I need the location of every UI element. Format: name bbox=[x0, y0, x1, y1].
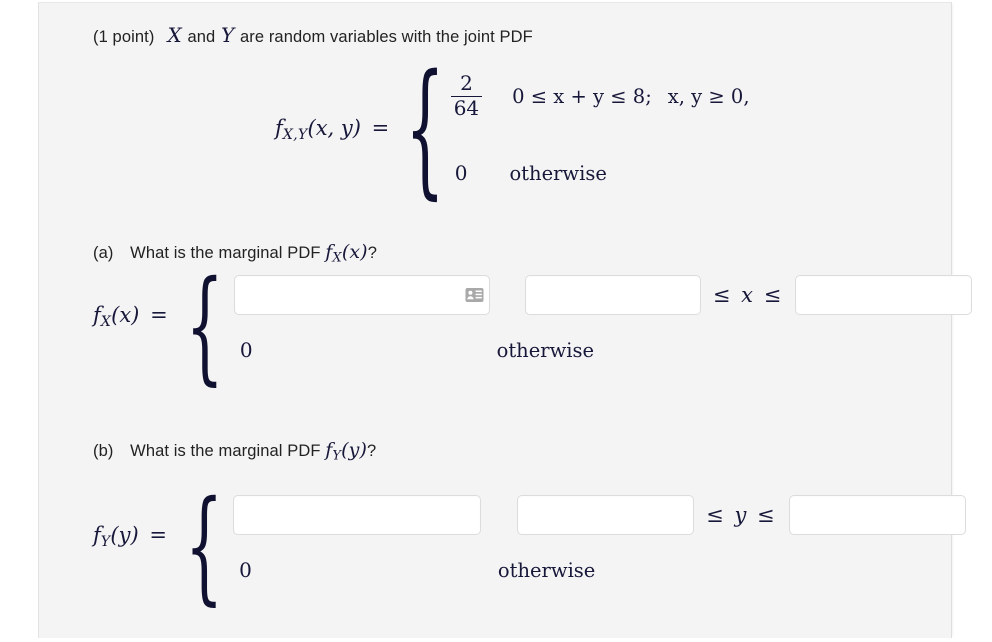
part-a-range-low-input[interactable] bbox=[524, 275, 701, 315]
part-b-expression-input[interactable] bbox=[233, 495, 482, 535]
part-b-tag: (b) bbox=[93, 442, 114, 460]
part-b-lhs: fY(y) = bbox=[93, 491, 183, 550]
part-b-question: (b) What is the marginal PDF fY(y)? bbox=[93, 439, 376, 464]
part-b-question-mark: ? bbox=[367, 442, 377, 460]
part-a-answer-area: fX(x) = {≤ x ≤ 0 otherwise bbox=[93, 266, 973, 389]
part-b-range-var: y bbox=[734, 503, 749, 527]
part-b-func-args: (y) bbox=[341, 439, 368, 461]
points-label: (1 point) bbox=[93, 28, 155, 46]
part-b-row-expression: ≤ y ≤ bbox=[233, 491, 966, 539]
part-b-func-subscript: Y bbox=[332, 448, 342, 464]
part-a-leq-left: ≤ bbox=[712, 283, 733, 307]
part-b-brace: { bbox=[184, 475, 224, 619]
part-b-rows: ≤ y ≤ 0 otherwise bbox=[233, 491, 966, 597]
part-a-expression-wrap bbox=[233, 275, 490, 315]
part-b-lhs-args: (y) bbox=[110, 523, 139, 547]
part-a-lhs: fX(x) = bbox=[93, 271, 184, 330]
joint-pdf-display: fX,Y(x, y) = { 2 64 0 ≤ x + y ≤ 8; x, y ≥… bbox=[275, 55, 750, 201]
part-a-equals: = bbox=[150, 303, 168, 327]
joint-f-subscript: X,Y bbox=[282, 126, 308, 143]
part-b-leq-right: ≤ bbox=[757, 503, 777, 527]
part-b-leq-left: ≤ bbox=[706, 503, 726, 527]
part-a-expression-input[interactable] bbox=[233, 275, 490, 315]
joint-cases: 2 64 0 ≤ x + y ≤ 8; x, y ≥ 0, 0 otherwise bbox=[450, 71, 750, 185]
part-a-zero-value: 0 bbox=[239, 338, 253, 362]
intro-after: are random variables with the joint PDF bbox=[240, 28, 533, 46]
part-a-lhs-args: (x) bbox=[111, 303, 140, 327]
joint-case-1: 2 64 0 ≤ x + y ≤ 8; x, y ≥ 0, bbox=[450, 71, 750, 121]
part-b-range-low-input[interactable] bbox=[517, 495, 695, 535]
part-a-question: (a) What is the marginal PDF fX(x)? bbox=[93, 241, 377, 266]
part-a-brace: { bbox=[185, 255, 224, 399]
part-b-range-separator: ≤ y ≤ bbox=[694, 503, 788, 527]
part-a-lhs-subscript: X bbox=[100, 313, 112, 330]
part-b-lhs-f: f bbox=[93, 523, 101, 547]
question-intro: (1 point) X and Y are random variables wi… bbox=[93, 23, 533, 47]
part-b-row-otherwise: 0 otherwise bbox=[233, 539, 965, 597]
joint-case-2-condition: otherwise bbox=[509, 161, 607, 185]
joint-case-2: 0 otherwise bbox=[451, 161, 750, 185]
variable-x: X bbox=[167, 23, 182, 47]
joint-pdf-lhs: fX,Y(x, y) = bbox=[275, 116, 403, 143]
part-b-zero-value: 0 bbox=[239, 558, 252, 582]
part-a-text: What is the marginal PDF bbox=[130, 244, 321, 262]
fraction-numerator: 2 bbox=[460, 71, 473, 95]
contact-card-icon[interactable] bbox=[465, 288, 484, 303]
part-a-question-mark: ? bbox=[367, 244, 377, 262]
fraction-denominator: 64 bbox=[453, 96, 480, 121]
part-a-row-expression: ≤ x ≤ bbox=[233, 271, 973, 319]
part-b-range-high-input[interactable] bbox=[788, 495, 966, 535]
variable-y: Y bbox=[221, 23, 235, 47]
problem-panel: (1 point) X and Y are random variables wi… bbox=[38, 2, 973, 638]
joint-case-1-condition: 0 ≤ x + y ≤ 8; x, y ≥ 0, bbox=[512, 85, 749, 108]
intro-before: and bbox=[187, 28, 216, 46]
joint-f: f bbox=[275, 115, 283, 140]
joint-brace: { bbox=[405, 42, 445, 214]
part-a-lhs-f: f bbox=[93, 303, 101, 327]
joint-f-args: (x, y) bbox=[307, 115, 361, 140]
part-a-rows: ≤ x ≤ 0 otherwise bbox=[233, 271, 973, 377]
joint-equals: = bbox=[371, 115, 390, 140]
part-a-tag: (a) bbox=[93, 244, 114, 262]
part-a-row-otherwise: 0 otherwise bbox=[234, 319, 972, 377]
joint-fraction: 2 64 bbox=[450, 71, 483, 121]
part-a-otherwise-label: otherwise bbox=[496, 338, 595, 362]
joint-case-2-value: 0 bbox=[454, 161, 468, 185]
part-a-leq-right: ≤ bbox=[763, 283, 784, 307]
part-b-text: What is the marginal PDF bbox=[130, 442, 321, 460]
part-a-range-var: x bbox=[741, 283, 755, 307]
condition-left: 0 ≤ x + y ≤ 8; bbox=[512, 84, 652, 108]
part-a-func-args: (x) bbox=[341, 241, 368, 263]
part-a-range-high-input[interactable] bbox=[795, 275, 973, 315]
part-a-range-separator: ≤ x ≤ bbox=[701, 283, 795, 307]
part-b-otherwise-label: otherwise bbox=[497, 558, 596, 582]
part-b-equals: = bbox=[149, 523, 167, 547]
part-a-func-subscript: X bbox=[332, 250, 342, 266]
part-b-lhs-subscript: Y bbox=[100, 533, 111, 550]
part-b-answer-area: fY(y) = { ≤ y ≤ 0 otherwise bbox=[93, 486, 966, 609]
condition-right: x, y ≥ 0, bbox=[667, 84, 750, 108]
